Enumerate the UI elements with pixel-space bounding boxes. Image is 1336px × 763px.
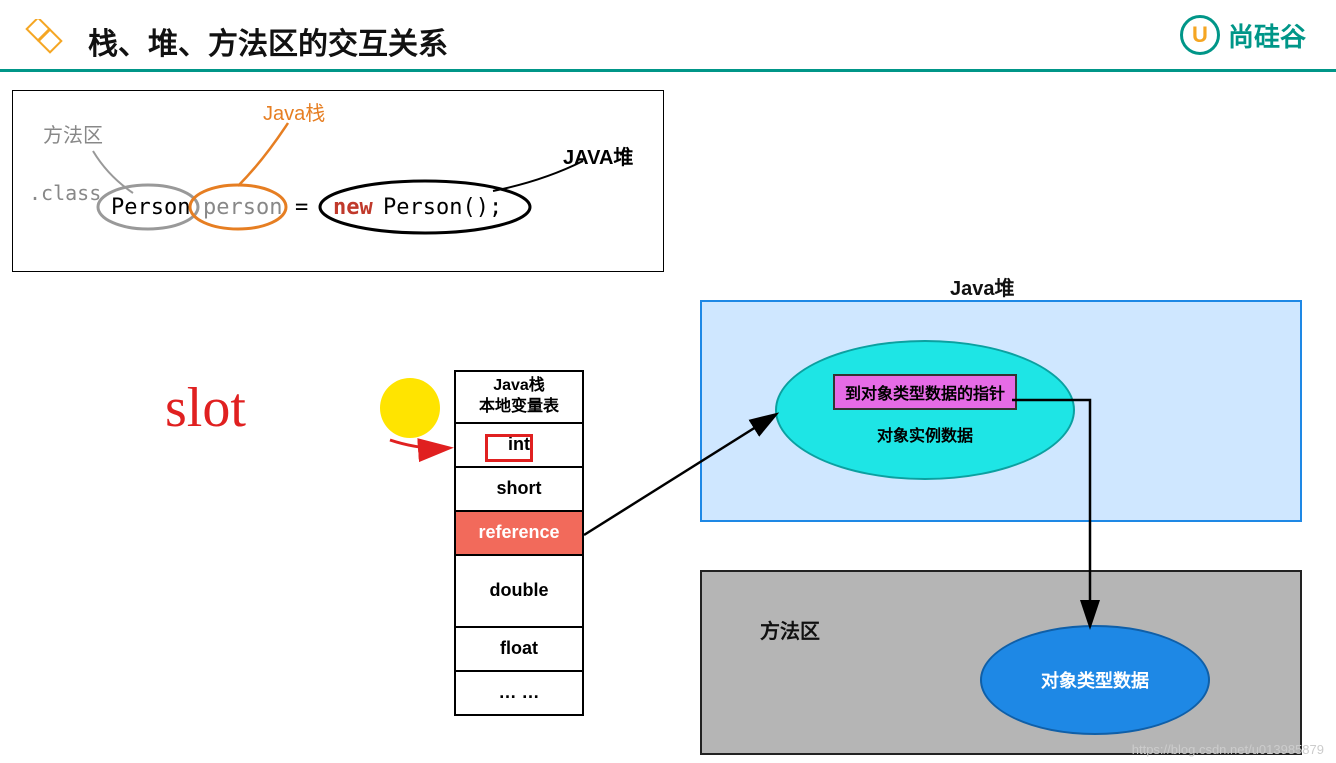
method-area-label: 方法区 — [760, 615, 820, 644]
label-java-stack: Java栈 — [263, 97, 325, 126]
header: 栈、堆、方法区的交互关系 U 尚硅谷 — [0, 0, 1336, 72]
row-short: short — [455, 467, 583, 511]
class-suffix: .class — [29, 181, 101, 205]
stack-head-l1: Java栈 — [493, 377, 545, 394]
brand-icon: U — [1180, 15, 1220, 55]
brand: U 尚硅谷 — [1180, 15, 1306, 55]
diamond-icon — [20, 19, 64, 63]
heap-title: Java堆 — [950, 272, 1015, 301]
code-ctor: Person(); — [383, 195, 502, 220]
row-dots: … … — [455, 671, 583, 715]
code-equals: = — [295, 195, 308, 220]
watermark: https://blog.csdn.net/u013985879 — [1132, 742, 1324, 757]
heap-instance-ellipse: 到对象类型数据的指针 对象实例数据 — [775, 340, 1075, 480]
code-panel: 方法区 Java栈 JAVA堆 .class Person person = n… — [12, 90, 664, 272]
label-method-area: 方法区 — [43, 119, 103, 148]
stack-head: Java栈 本地变量表 — [455, 371, 583, 423]
type-data-label: 对象类型数据 — [1041, 667, 1149, 693]
row-int: int — [455, 423, 583, 467]
row-reference: reference — [455, 511, 583, 555]
instance-data-label: 对象实例数据 — [877, 422, 973, 446]
pointer-box: 到对象类型数据的指针 — [833, 374, 1017, 410]
code-var: person — [203, 195, 282, 220]
page-title: 栈、堆、方法区的交互关系 — [88, 19, 448, 63]
stack-head-l2: 本地变量表 — [479, 398, 559, 415]
brand-text: 尚硅谷 — [1228, 17, 1306, 54]
code-class: Person — [111, 195, 190, 220]
row-double: double — [455, 555, 583, 627]
row-float: float — [455, 627, 583, 671]
code-new: new — [333, 195, 373, 220]
type-data-ellipse: 对象类型数据 — [980, 625, 1210, 735]
brand-letter: U — [1192, 22, 1208, 48]
label-java-heap: JAVA堆 — [563, 141, 633, 170]
stack-table: Java栈 本地变量表 int short reference double f… — [454, 370, 584, 716]
highlight-dot — [380, 378, 440, 438]
handwriting-slot: slot — [165, 380, 246, 436]
